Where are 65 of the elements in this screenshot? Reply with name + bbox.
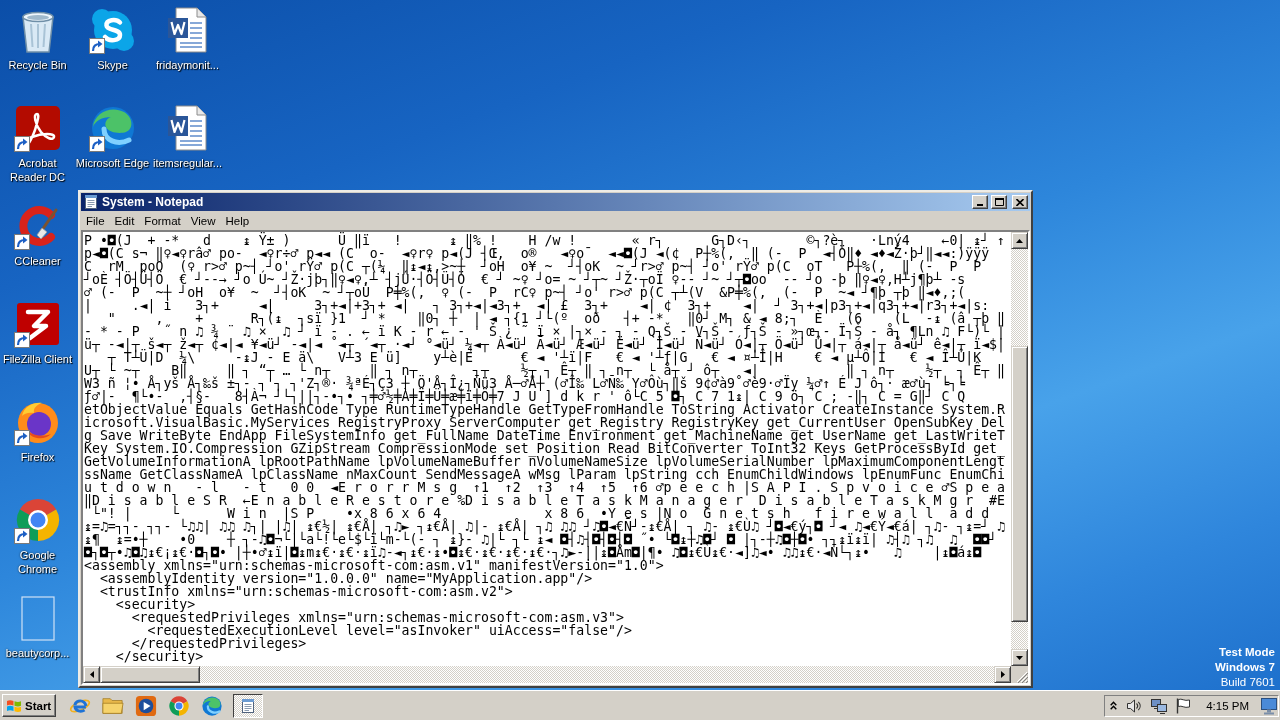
scroll-up-button[interactable] bbox=[1011, 232, 1028, 249]
text-line: u t d o w n - l - t 0 0 ◄E r o r r M s g ↑1 ↑2 ↑3 ↑4 ↑5 ↑6 ♂p e e c h |S A P I . S p v o i c e ♂S p e a bbox=[84, 481, 1005, 494]
menu-item[interactable]: File bbox=[81, 214, 110, 227]
minimize-icon bbox=[977, 204, 983, 206]
media-player-icon[interactable] bbox=[135, 694, 157, 717]
down-arrow-icon bbox=[1016, 655, 1023, 660]
left-arrow-icon bbox=[89, 671, 94, 678]
desktop-icon-label[interactable]: Firefox bbox=[20, 450, 55, 464]
desktop-icon-label[interactable]: Microsoft Edge bbox=[75, 156, 150, 170]
text-line: </requestedPrivileges> bbox=[131, 637, 307, 650]
desktop-icon-label[interactable]: Google Chrome bbox=[0, 548, 75, 576]
show-desktop-icon[interactable] bbox=[1261, 696, 1277, 715]
close-icon bbox=[1016, 198, 1024, 206]
windows-flag-icon bbox=[6, 697, 22, 714]
scroll-left-button[interactable] bbox=[83, 666, 100, 683]
close-button[interactable] bbox=[1012, 195, 1028, 209]
desktop-icon-label[interactable]: Recycle Bin bbox=[8, 58, 67, 72]
minimize-button[interactable] bbox=[972, 195, 988, 209]
notepad-icon bbox=[83, 194, 99, 210]
text-line: <requestedExecutionLevel level="asInvoker" uiAccess="false"/> bbox=[147, 624, 632, 637]
vertical-scrollbar[interactable] bbox=[1011, 232, 1028, 666]
text-line: <assembly xmlns="urn:schemas-microsoft-com:asm.v1" manifestVersion="1.0"> bbox=[84, 559, 664, 572]
text-line: </security> bbox=[114, 650, 204, 663]
clock[interactable]: 4:15 PM bbox=[1206, 699, 1249, 712]
desktop-icon-label[interactable]: fridaymonit... bbox=[156, 58, 219, 72]
maximize-icon bbox=[994, 198, 1004, 206]
window-title: System - Notepad bbox=[102, 195, 204, 209]
text-line: GetVolumeInformationA lpRootPathName lpVolumeNameBuffer nVolumeNameSize lpVolumeSerialNumber lpMaximumComponentLengt bbox=[84, 455, 1005, 468]
flag-icon[interactable] bbox=[1175, 697, 1192, 714]
desktop-icon-label[interactable]: Skype bbox=[97, 58, 128, 72]
horizontal-scrollbar[interactable] bbox=[83, 666, 1011, 683]
taskbar-button[interactable] bbox=[233, 693, 263, 718]
scroll-down-button[interactable] bbox=[1011, 649, 1028, 666]
build-number-label: Build 7601 bbox=[1220, 675, 1275, 690]
desktop-icon-label[interactable]: FileZilla Client bbox=[2, 352, 73, 366]
scrollbar-thumb[interactable] bbox=[1011, 346, 1028, 623]
scroll-right-button[interactable] bbox=[994, 666, 1011, 683]
start-button[interactable]: Start bbox=[2, 694, 56, 717]
menu-item[interactable]: View bbox=[185, 214, 221, 227]
os-edition-label: Windows 7 bbox=[1215, 660, 1275, 675]
menu-item[interactable]: Help bbox=[220, 214, 255, 227]
text-line: <security> bbox=[114, 598, 196, 611]
test-mode-label: Test Mode bbox=[1219, 645, 1275, 660]
desktop-icon-label[interactable]: CCleaner bbox=[14, 254, 61, 268]
notepad-icon bbox=[240, 697, 256, 714]
right-arrow-icon bbox=[1000, 671, 1005, 678]
menu-item[interactable]: Format bbox=[139, 214, 186, 227]
speaker-icon[interactable] bbox=[1126, 697, 1143, 714]
text-line: g Save WriteByte EndApp FileSystemInfo get_FullName DateTime Environment get_MachineName get_UserName get_LastWriteT bbox=[84, 429, 1005, 442]
maximize-button[interactable] bbox=[991, 195, 1007, 209]
desktop-icon-label[interactable]: Acrobat Reader DC bbox=[0, 156, 75, 184]
up-arrow-icon bbox=[1016, 238, 1023, 243]
text-line: <assemblyIdentity version="1.0.0.0" name="MyApplication.app"/> bbox=[99, 572, 593, 585]
desktop-icon-label[interactable]: itemsregular... bbox=[152, 156, 223, 170]
edge-icon[interactable] bbox=[201, 694, 223, 717]
chrome-icon[interactable] bbox=[168, 694, 190, 717]
scrollbar-thumb[interactable] bbox=[100, 666, 200, 683]
menu-item[interactable]: Edit bbox=[109, 214, 140, 227]
network-icon[interactable] bbox=[1151, 697, 1168, 714]
text-line: icrosoft.VisualBasic.MyServices RegistryProxy ServerComputer get_Registry RegistryKey get_CurrentUser OpenSubKey Del bbox=[84, 416, 1005, 429]
size-grip-icon[interactable] bbox=[1016, 671, 1028, 683]
text-line: <trustInfo xmlns="urn:schemas-microsoft-com:asm.v2"> bbox=[98, 585, 513, 598]
text-line: <requestedPrivileges xmlns="urn:schemas-microsoft-com:asm.v3"> bbox=[131, 611, 624, 624]
double-chevron-up-icon[interactable] bbox=[1110, 701, 1118, 710]
text-line: ssName GetClassNameA lpClassName nMaxCount SendMessageA wMsg lParam lpString cch EnumChildWindows lpEnumFunc EnumChi bbox=[84, 468, 1005, 481]
